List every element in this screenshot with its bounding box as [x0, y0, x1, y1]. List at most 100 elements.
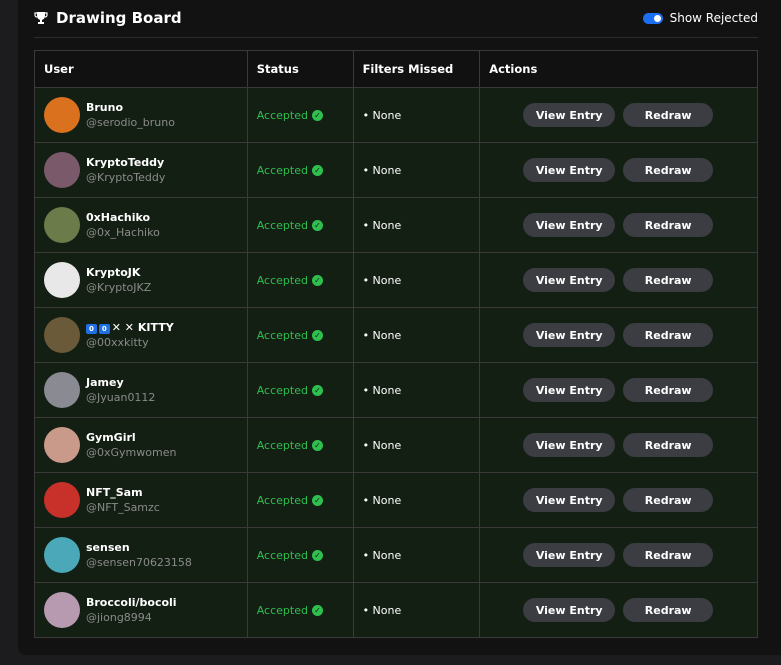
user-handle: @0x_Hachiko	[86, 226, 160, 239]
redraw-button[interactable]: Redraw	[623, 488, 714, 512]
table-row: GymGirl @0xGymwomen Accepted ✓ • None Vi…	[34, 417, 758, 473]
status-cell: Accepted ✓	[246, 582, 354, 638]
status-badge: Accepted ✓	[257, 274, 353, 287]
filters-missed-text: • None	[362, 493, 402, 507]
avatar[interactable]	[44, 262, 80, 298]
column-header-user: User	[34, 50, 248, 88]
user-handle: @sensen70623158	[86, 556, 192, 569]
actions-cell: View Entry Redraw	[479, 142, 758, 198]
user-cell: sensen @sensen70623158	[34, 527, 248, 583]
status-badge: Accepted ✓	[257, 604, 353, 617]
user-handle: @KryptoTeddy	[86, 171, 166, 184]
table-row: Jamey @Jyuan0112 Accepted ✓ • None View …	[34, 362, 758, 418]
user-handle: @serodio_bruno	[86, 116, 175, 129]
user-handle: @Jyuan0112	[86, 391, 156, 404]
view-entry-button[interactable]: View Entry	[523, 433, 616, 457]
avatar[interactable]	[44, 592, 80, 628]
redraw-button[interactable]: Redraw	[623, 158, 714, 182]
row-actions: View Entry Redraw	[489, 598, 757, 622]
filters-missed-text: • None	[362, 163, 402, 177]
user-handle: @KryptoJKZ	[86, 281, 152, 294]
user-info: KryptoTeddy @KryptoTeddy	[44, 152, 247, 188]
avatar[interactable]	[44, 152, 80, 188]
view-entry-button[interactable]: View Entry	[523, 213, 616, 237]
redraw-button[interactable]: Redraw	[623, 598, 714, 622]
redraw-button[interactable]: Redraw	[623, 433, 714, 457]
user-cell: KryptoTeddy @KryptoTeddy	[34, 142, 248, 198]
actions-cell: View Entry Redraw	[479, 87, 758, 143]
filters-missed-text: • None	[362, 273, 402, 287]
view-entry-button[interactable]: View Entry	[523, 378, 616, 402]
status-cell: Accepted ✓	[246, 87, 354, 143]
avatar[interactable]	[44, 427, 80, 463]
table-row: NFT_Sam @NFT_Samzc Accepted ✓ • None Vie…	[34, 472, 758, 528]
view-entry-button[interactable]: View Entry	[523, 488, 616, 512]
row-actions: View Entry Redraw	[489, 213, 757, 237]
user-info: Broccoli/bocoli @jiong8994	[44, 592, 247, 628]
status-text: Accepted	[256, 383, 308, 397]
avatar[interactable]	[44, 372, 80, 408]
table-header-row: User Status Filters Missed Actions	[34, 50, 758, 88]
filters-missed-text: • None	[362, 108, 402, 122]
user-name: NFT_Sam	[86, 486, 160, 499]
title-wrap: Drawing Board	[34, 9, 182, 27]
check-circle-icon: ✓	[311, 164, 323, 176]
check-circle-icon: ✓	[311, 494, 323, 506]
user-info: 0xHachiko @0x_Hachiko	[44, 207, 247, 243]
redraw-button[interactable]: Redraw	[623, 103, 714, 127]
filters-missed-text: • None	[362, 383, 402, 397]
status-cell: Accepted ✓	[246, 197, 354, 253]
table-row: KryptoTeddy @KryptoTeddy Accepted ✓ • No…	[34, 142, 758, 198]
view-entry-button[interactable]: View Entry	[523, 158, 616, 182]
user-handle: @jiong8994	[86, 611, 152, 624]
user-name-text: Jamey	[86, 376, 124, 389]
avatar[interactable]	[44, 317, 80, 353]
filters-cell: • None	[352, 142, 481, 198]
filters-cell: • None	[352, 197, 481, 253]
status-badge: Accepted ✓	[257, 549, 353, 562]
filters-cell: • None	[352, 87, 481, 143]
view-entry-button[interactable]: View Entry	[523, 268, 616, 292]
name-tag: 0	[98, 324, 110, 334]
user-cell: Jamey @Jyuan0112	[34, 362, 248, 418]
user-info: 0 0 ✕ ✕ KITTY @00xxkitty	[44, 317, 247, 353]
header-divider	[34, 37, 758, 38]
user-name-text: 0xHachiko	[86, 211, 151, 224]
show-rejected-toggle[interactable]: Show Rejected	[642, 11, 758, 25]
user-name-text: Broccoli/bocoli	[86, 596, 177, 609]
status-badge: Accepted ✓	[257, 164, 353, 177]
user-name-text: GymGirl	[86, 431, 136, 444]
user-cell: 0 0 ✕ ✕ KITTY @00xxkitty	[34, 307, 248, 363]
redraw-button[interactable]: Redraw	[623, 213, 714, 237]
filters-cell: • None	[352, 472, 481, 528]
filters-missed-text: • None	[362, 328, 402, 342]
toggle-switch[interactable]	[642, 12, 663, 24]
user-name: 0xHachiko	[86, 211, 160, 224]
view-entry-button[interactable]: View Entry	[523, 543, 616, 567]
status-text: Accepted	[256, 438, 308, 452]
entries-table: User Status Filters Missed Actions Bruno…	[34, 50, 758, 638]
actions-cell: View Entry Redraw	[479, 252, 758, 308]
view-entry-button[interactable]: View Entry	[523, 323, 616, 347]
avatar[interactable]	[44, 97, 80, 133]
check-circle-icon: ✓	[311, 439, 323, 451]
view-entry-button[interactable]: View Entry	[523, 598, 616, 622]
user-cell: KryptoJK @KryptoJKZ	[34, 252, 248, 308]
redraw-button[interactable]: Redraw	[623, 268, 714, 292]
status-text: Accepted	[256, 273, 308, 287]
avatar[interactable]	[44, 207, 80, 243]
redraw-button[interactable]: Redraw	[623, 323, 714, 347]
user-name: Jamey	[86, 376, 155, 389]
view-entry-button[interactable]: View Entry	[523, 103, 616, 127]
user-info: GymGirl @0xGymwomen	[44, 427, 247, 463]
user-name-text: KryptoJK	[86, 266, 141, 279]
avatar[interactable]	[44, 537, 80, 573]
user-handle: @NFT_Samzc	[86, 501, 160, 514]
status-text: Accepted	[256, 548, 308, 562]
redraw-button[interactable]: Redraw	[623, 378, 714, 402]
status-cell: Accepted ✓	[246, 472, 354, 528]
status-text: Accepted	[256, 218, 308, 232]
redraw-button[interactable]: Redraw	[623, 543, 714, 567]
avatar[interactable]	[44, 482, 80, 518]
user-name: Broccoli/bocoli	[86, 596, 177, 609]
